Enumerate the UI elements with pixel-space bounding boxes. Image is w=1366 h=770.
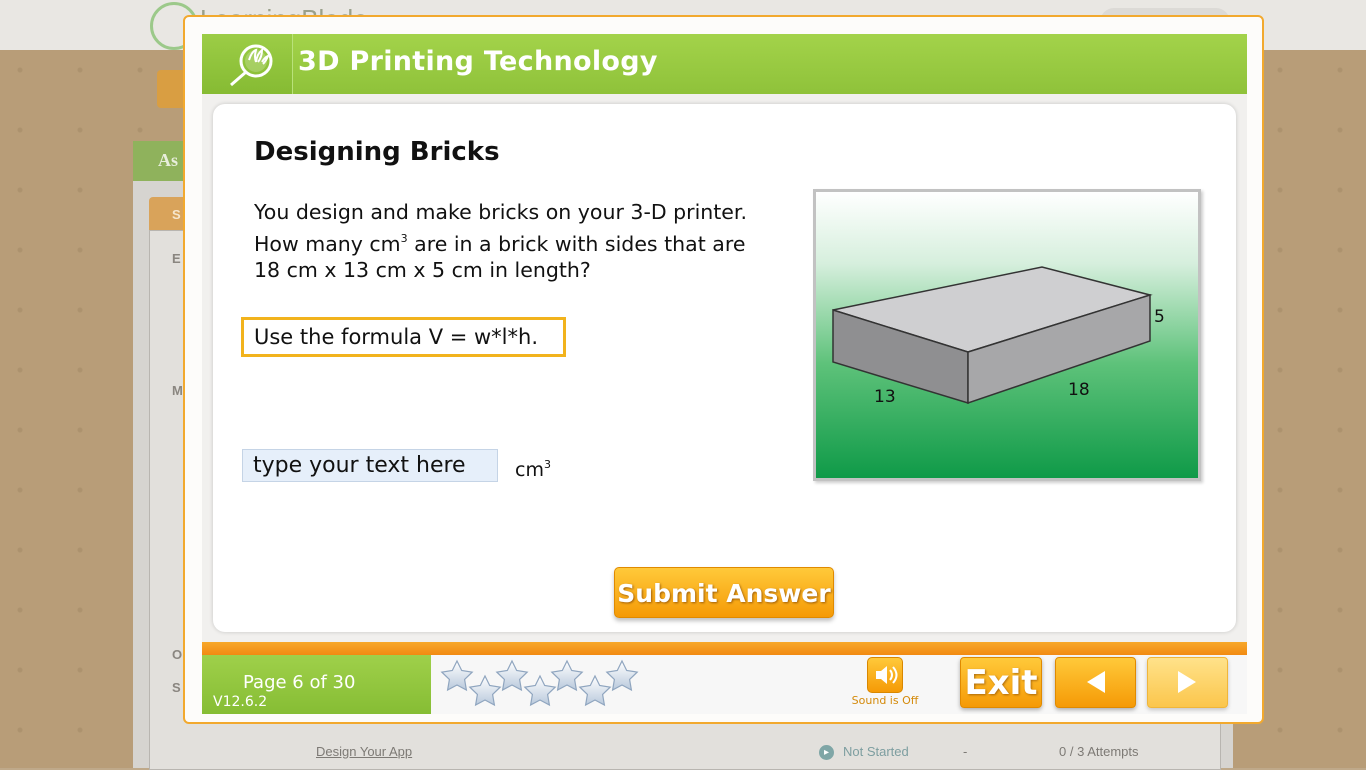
brick-height-label: 5 — [1154, 307, 1165, 327]
magnifier-leaf-icon — [230, 44, 273, 87]
answer-unit: cm3 — [515, 458, 551, 481]
star-icons — [440, 659, 639, 707]
question-title: Designing Bricks — [254, 137, 500, 167]
brick-illustration: 5 13 18 — [832, 266, 1165, 407]
formula-hint-box: Use the formula V = w*l*h. — [241, 317, 566, 357]
speaker-icon — [876, 666, 898, 684]
brick-length-label: 18 — [1068, 380, 1090, 400]
right-arrow-icon — [1178, 671, 1196, 693]
question-text: You design and make bricks on your 3-D p… — [254, 199, 794, 284]
background-activity-attempts: 0 / 3 Attempts — [1059, 744, 1139, 759]
next-page-button[interactable] — [1147, 657, 1228, 708]
submit-answer-button[interactable]: Submit Answer — [614, 567, 834, 618]
star-icon — [550, 659, 584, 692]
footer-orange-line — [202, 642, 1247, 655]
brick-width-label: 13 — [874, 387, 896, 407]
background-activity-status: Not Started — [843, 744, 909, 759]
background-activity-row: Design Your App ▸ Not Started - 0 / 3 At… — [316, 744, 1176, 764]
question-line-2: How many cm3 are in a brick with sides t… — [254, 226, 794, 258]
background-activity-dash: - — [963, 744, 968, 759]
background-section-title: As — [158, 150, 179, 170]
question-line-2-superscript: 3 — [400, 231, 408, 245]
star-icon — [495, 659, 529, 692]
star-icon — [523, 674, 557, 707]
answer-input[interactable] — [242, 449, 498, 482]
answer-unit-superscript: 3 — [543, 458, 551, 471]
exit-button[interactable]: Exit — [960, 657, 1042, 708]
formula-hint-text: Use the formula V = w*l*h. — [254, 325, 539, 349]
question-line-3: 18 cm x 13 cm x 5 cm in length? — [254, 258, 591, 282]
background-label-m: M — [172, 383, 183, 398]
page-indicator: Page 6 of 30 — [243, 672, 356, 693]
version-label: V12.6.2 — [213, 694, 268, 710]
star-icon — [578, 674, 612, 707]
sound-status-label: Sound is Off — [851, 694, 919, 707]
star-icon — [468, 674, 502, 707]
lesson-title: 3D Printing Technology — [298, 46, 658, 77]
answer-unit-text: cm — [515, 459, 544, 481]
background-activity-link[interactable]: Design Your App — [316, 744, 412, 759]
background-label-s: S — [172, 680, 181, 695]
star-icon — [440, 659, 474, 692]
lesson-logo-box — [202, 34, 293, 94]
exit-label: Exit — [964, 663, 1038, 703]
background-label-e: E — [172, 251, 181, 266]
background-tab-label: S — [172, 207, 181, 222]
sound-toggle-button[interactable] — [867, 657, 903, 693]
question-line-1: You design and make bricks on your 3-D p… — [254, 200, 747, 224]
star-icon — [605, 659, 639, 692]
question-line-2-start: How many cm — [254, 231, 401, 256]
background-label-o: O — [172, 647, 183, 662]
previous-page-button[interactable] — [1055, 657, 1136, 708]
left-arrow-icon — [1087, 671, 1105, 693]
play-status-icon: ▸ — [819, 745, 834, 760]
brick-figure: 5 13 18 — [813, 189, 1201, 481]
question-line-2-end: are in a brick with sides that are — [407, 231, 746, 256]
submit-answer-label: Submit Answer — [617, 579, 831, 608]
